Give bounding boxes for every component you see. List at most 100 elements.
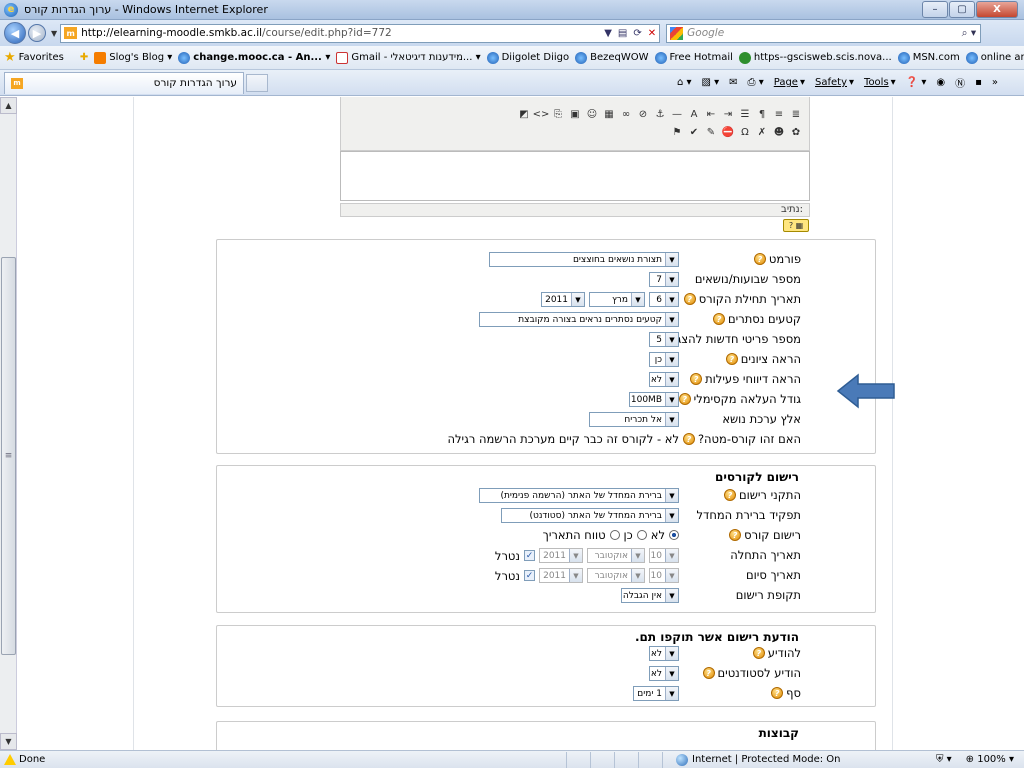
tab-active[interactable]: m ערוך הגדרות קורס [4,71,244,94]
back-button[interactable]: ◀ [4,22,26,44]
forward-button[interactable]: ▶ [28,24,46,42]
max-upload-select[interactable]: ▼ 100MB [629,392,679,407]
spellcheck-icon[interactable]: ✔ [687,126,701,139]
fav-item-7[interactable]: MSN.com [897,51,960,64]
fav-item-2[interactable]: Gmail - מידענות דיגיטאלי... ▾ [336,51,481,64]
fav-item-5[interactable]: Free Hotmail [654,51,733,64]
zoom-control[interactable]: ⊕ 100% ▾ [966,754,1014,765]
show-grades-select[interactable]: ▼ כן [649,352,679,367]
help-icon[interactable]: ? [690,373,703,385]
fav-item-1[interactable]: change.mooc.ca - An... ▾ [178,51,330,64]
help-icon[interactable]: ? [713,313,725,325]
hr-icon[interactable]: — [670,108,684,121]
threshold-select[interactable]: ▼ 1 ימים [633,686,679,701]
help-icon[interactable]: ? [752,647,765,659]
show-reports-select[interactable]: ▼ לא [649,372,679,387]
emoticon-icon[interactable]: ☺ [585,108,599,121]
enrol-period-select[interactable]: ▼ אין הגבלה [621,588,679,603]
enrol-end-day-select[interactable]: ▼ 10 [649,568,679,583]
justify-icon[interactable]: ≣ [789,108,803,121]
notify-select[interactable]: ▼ לא [649,646,679,661]
help-menu-icon[interactable]: ❓ ▾ [906,77,927,88]
enrol-plugin-select[interactable]: ▼ ברירת המחדל של האתר (הרשמה פנימית) [479,488,679,503]
fav-item-0[interactable]: Slog's Blog ▾ [94,51,172,64]
help-icon[interactable]: ? [678,393,691,405]
help-icon[interactable]: ? [683,293,696,305]
enrol-end-year-select[interactable]: ▼ 2011 [539,568,583,583]
fullscreen-icon[interactable]: ◩ [517,108,531,121]
hidden-sections-select[interactable]: ▼ קטעים נסתרים נראים בצורה מקובצת [479,312,679,327]
help-icon[interactable]: ? [702,667,715,679]
refresh-icon[interactable]: ⟳ [633,28,641,39]
clean-word-icon[interactable]: ✎ [704,126,718,139]
popup-blocker-icon[interactable]: ⛨ ▾ [936,754,952,765]
minimize-button[interactable]: – [922,1,948,18]
editor-help-button[interactable]: ? ▦ [783,219,809,232]
stop-sign-icon[interactable]: ⛔ [721,126,735,139]
enrol-start-month-select[interactable]: ▼ אוקטובר [587,548,645,563]
print-button[interactable]: ⎙ ▾ [748,77,764,88]
tools-menu[interactable]: Tools ▾ [864,77,896,88]
start-month-select[interactable]: ▼ מרץ [589,292,645,307]
anchor-icon[interactable]: ⚓ [653,108,667,121]
fav-item-3[interactable]: Diigolet Diigo [486,51,569,64]
add-favorite-icon[interactable]: ✚ [80,52,88,63]
remove-format-icon[interactable]: ✗ [755,126,769,139]
new-tab-button[interactable] [246,73,268,92]
scroll-up-icon[interactable]: ▲ [0,97,17,114]
find-replace-icon[interactable]: ⎘ [551,108,565,121]
paint-icon[interactable]: ✿ [789,126,803,139]
search-input[interactable]: Google ⌕ ▾ [666,23,982,43]
radio-yes[interactable] [636,530,647,540]
num-sections-select[interactable]: ▼ 7 [649,272,679,287]
outdent-icon[interactable]: ⇤ [704,108,718,121]
extra-icon[interactable]: ▪ [975,77,982,88]
help-icon[interactable]: ? [725,353,738,365]
close-button[interactable]: X [976,1,1018,18]
enrol-end-month-select[interactable]: ▼ אוקטובר [587,568,645,583]
format-select[interactable]: ▼ תצורת נושאים בחוצצים [489,252,679,267]
special-char-icon[interactable]: Ω [738,126,752,139]
security-zone[interactable]: Internet | Protected Mode: On [676,753,840,766]
stop-icon[interactable]: ✕ [648,28,656,39]
command-more-icon[interactable]: » [992,77,998,88]
home-button[interactable]: ⌂ ▾ [677,77,692,88]
onenote-icon[interactable]: Ⓝ [955,75,965,90]
link-icon[interactable]: ∞ [619,108,633,121]
search-icon[interactable]: ⌕ ▾ [962,27,977,40]
research-icon[interactable]: ◉ [936,77,945,88]
start-day-select[interactable]: ▼ 6 [649,292,679,307]
ltr-icon[interactable]: ¶ [755,108,769,121]
html-source-icon[interactable]: <> [533,108,550,121]
insert-table-icon[interactable]: ▦ [602,108,616,121]
news-items-select[interactable]: ▼ 5 [649,332,679,347]
radio-date-range[interactable] [609,530,620,540]
compatibility-icon[interactable]: ▤ [618,28,627,39]
page-menu[interactable]: Page ▾ [774,77,805,88]
users-icon[interactable]: ☻ [772,126,786,139]
force-theme-select[interactable]: ▼ אל תכריח [589,412,679,427]
safety-menu[interactable]: Safety ▾ [815,77,854,88]
bullet-list-icon[interactable]: ☰ [738,108,752,121]
flag-icon[interactable]: ⚑ [670,126,684,139]
fav-item-6[interactable]: https--gscisweb.scis.nova... [738,51,892,64]
help-icon[interactable]: ? [771,687,784,699]
help-icon[interactable]: ? [729,529,742,541]
html-editor-area[interactable] [340,151,810,201]
vertical-scrollbar[interactable]: ▲ ≡ ▼ [0,97,17,750]
scroll-down-icon[interactable]: ▼ [0,733,17,750]
insert-image-icon[interactable]: ▣ [568,108,582,121]
address-dropdown-icon[interactable]: ▼ [604,28,612,39]
radio-no[interactable] [669,530,679,540]
favorites-button[interactable]: Favorites [19,52,64,63]
indent-icon[interactable]: ⇥ [721,108,735,121]
help-icon[interactable]: ? [723,489,736,501]
fav-item-4[interactable]: BezeqWOW [575,51,649,64]
text-color-icon[interactable]: A [687,108,701,121]
enrol-start-year-select[interactable]: ▼ 2011 [539,548,583,563]
help-icon[interactable]: ? [753,253,766,265]
favorites-star-icon[interactable]: ★ [4,50,16,65]
unlink-icon[interactable]: ⊘ [636,108,650,121]
align-icon[interactable]: ≡ [772,108,786,121]
mail-button[interactable]: ✉ [729,77,737,88]
